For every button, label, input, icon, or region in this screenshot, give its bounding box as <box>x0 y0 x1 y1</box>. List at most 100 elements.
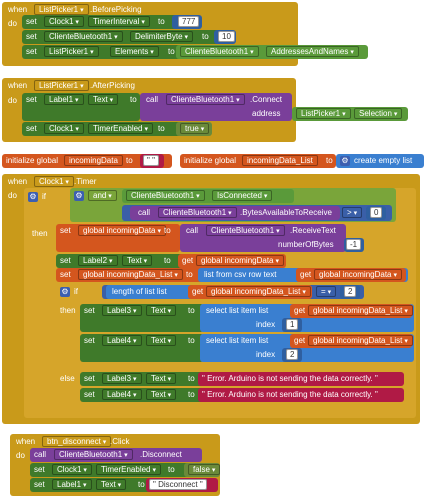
property-dropdown[interactable]: IsConnected <box>212 190 273 201</box>
set-global-incomingdata-list[interactable]: set global incomingData_List to <box>56 268 206 282</box>
call-bt-bytesavailable[interactable]: call ClienteBluetooth1 .BytesAvailableTo… <box>130 206 340 220</box>
getter-bt-addressesandnames[interactable]: ClienteBluetooth1 AddressesAndNames <box>176 45 368 59</box>
get-global-incomingdata-list[interactable]: get global incomingData_List <box>290 304 413 318</box>
setter-label4-text-else[interactable]: set Label4 Text to <box>80 388 204 402</box>
number-value[interactable]: 777 <box>178 16 200 27</box>
property-dropdown[interactable]: Text <box>122 255 153 266</box>
property-dropdown[interactable]: TimerEnabled <box>88 123 153 134</box>
number-value[interactable]: 1 <box>286 319 299 330</box>
component-dropdown[interactable]: Clock1 <box>34 176 74 187</box>
component-dropdown[interactable]: Clock1 <box>44 123 84 134</box>
property-dropdown[interactable]: Text <box>96 479 127 490</box>
property-dropdown[interactable]: Text <box>88 94 119 105</box>
boolean-false-block[interactable]: false <box>184 463 221 477</box>
setter-label1-text[interactable]: set Label1 Text to <box>22 93 140 121</box>
component-dropdown[interactable]: Label4 <box>102 389 142 400</box>
variable-dropdown[interactable]: global incomingData <box>314 269 402 280</box>
number-value[interactable]: 2 <box>286 349 299 360</box>
call-bt-disconnect[interactable]: call ClienteBluetooth1 .Disconnect <box>30 448 202 462</box>
number-block[interactable]: 0 <box>366 206 386 220</box>
text-value[interactable]: " Disconnect " <box>149 479 207 490</box>
getter-bt-isconnected[interactable]: ClienteBluetooth1 IsConnected <box>122 189 294 203</box>
boolean-dropdown[interactable]: true <box>180 123 210 134</box>
component-dropdown[interactable]: Label3 <box>102 373 142 384</box>
component-dropdown[interactable]: ListPicker1 <box>44 46 99 57</box>
call-bt-receivetext[interactable]: call ClienteBluetooth1 .ReceiveText numb… <box>180 224 346 252</box>
component-dropdown[interactable]: btn_disconnect <box>42 436 112 447</box>
property-dropdown[interactable]: Text <box>146 335 177 346</box>
boolean-true-block[interactable]: true <box>176 122 212 136</box>
number-block[interactable]: 10 <box>214 30 236 44</box>
gear-icon[interactable]: ⚙ <box>74 191 84 201</box>
global-var-incomingdata-list[interactable]: initialize global incomingData_List to <box>180 154 336 168</box>
variable-dropdown[interactable]: global incomingData_List <box>206 286 311 297</box>
setter-clock1-timerenabled[interactable]: set Clock1 TimerEnabled to <box>30 463 190 477</box>
get-global-incomingdata-list[interactable]: get global incomingData_List <box>188 285 312 299</box>
get-global-incomingdata[interactable]: get global incomingData <box>296 268 406 282</box>
component-dropdown[interactable]: ClienteBluetooth1 <box>166 94 245 105</box>
number-value[interactable]: 2 <box>344 286 357 297</box>
component-dropdown[interactable]: Label3 <box>102 305 142 316</box>
property-dropdown[interactable]: AddressesAndNames <box>266 46 359 57</box>
gear-icon[interactable]: ⚙ <box>340 156 350 166</box>
variable-dropdown[interactable]: global incomingData_List <box>308 305 413 316</box>
number-value[interactable]: 0 <box>370 207 383 218</box>
variable-dropdown[interactable]: global incomingData_List <box>308 335 413 346</box>
component-dropdown[interactable]: ClienteBluetooth1 <box>180 46 259 57</box>
component-dropdown[interactable]: Label4 <box>102 335 142 346</box>
gear-icon[interactable]: ⚙ <box>28 192 38 202</box>
property-dropdown[interactable]: Text <box>146 373 177 384</box>
number-value[interactable]: 10 <box>218 31 235 42</box>
number-block[interactable]: 777 <box>172 15 202 29</box>
setter-clock1-timerenabled[interactable]: set Clock1 TimerEnabled to <box>22 122 182 136</box>
text-block-empty[interactable]: " " <box>140 154 164 168</box>
component-dropdown[interactable]: ClienteBluetooth1 <box>44 31 123 42</box>
number-block[interactable]: 1 <box>282 318 302 332</box>
property-dropdown[interactable]: Text <box>146 305 177 316</box>
property-dropdown[interactable]: TimerEnabled <box>96 464 161 475</box>
boolean-dropdown[interactable]: false <box>188 464 221 475</box>
component-dropdown[interactable]: Label2 <box>78 255 118 266</box>
setter-label3-text-else[interactable]: set Label3 Text to <box>80 372 204 386</box>
property-dropdown[interactable]: Selection <box>354 108 403 119</box>
property-dropdown[interactable]: Text <box>146 389 177 400</box>
component-dropdown[interactable]: ClienteBluetooth1 <box>54 449 133 460</box>
property-dropdown[interactable]: Elements <box>110 46 159 57</box>
component-dropdown[interactable]: Clock1 <box>44 16 84 27</box>
text-block-error[interactable]: " Error. Arduino is not sending the data… <box>198 372 404 386</box>
component-dropdown[interactable]: ListPicker1 <box>296 108 351 119</box>
component-dropdown[interactable]: Label1 <box>52 479 92 490</box>
number-block[interactable]: 2 <box>340 285 360 299</box>
component-dropdown[interactable]: Clock1 <box>52 464 92 475</box>
property-dropdown[interactable]: DelimiterByte <box>130 31 194 42</box>
variable-dropdown[interactable]: global incomingData <box>78 225 166 236</box>
component-dropdown[interactable]: ClienteBluetooth1 <box>206 225 285 236</box>
component-dropdown[interactable]: ListPicker1 <box>34 80 89 91</box>
and-dropdown[interactable]: and <box>88 190 117 201</box>
property-dropdown[interactable]: TimerInterval <box>88 16 150 27</box>
text-value[interactable]: " " <box>143 155 159 166</box>
number-block[interactable]: 2 <box>282 348 302 362</box>
setter-label2-text[interactable]: set Label2 Text to <box>56 254 184 268</box>
getter-listpicker1-selection[interactable]: ListPicker1 Selection <box>292 107 408 121</box>
variable-name-field[interactable]: incomingData <box>64 155 123 166</box>
get-global-incomingdata[interactable]: get global incomingData <box>178 254 286 268</box>
setter-listpicker1-elements[interactable]: set ListPicker1 Elements to <box>22 45 182 59</box>
setter-label4-text[interactable]: set Label4 Text to <box>80 334 204 362</box>
text-block-disconnect[interactable]: " Disconnect " <box>146 478 218 492</box>
call-bt-connect[interactable]: call ClienteBluetooth1 .Connect address <box>140 93 292 121</box>
gear-icon[interactable]: ⚙ <box>60 287 70 297</box>
setter-label3-text[interactable]: set Label3 Text to <box>80 304 204 332</box>
text-value[interactable]: " Error. Arduino is not sending the data… <box>202 373 378 384</box>
text-block-error[interactable]: " Error. Arduino is not sending the data… <box>198 388 404 402</box>
number-block[interactable]: -1 <box>344 238 364 252</box>
component-dropdown[interactable]: ClienteBluetooth1 <box>158 207 237 218</box>
number-value[interactable]: -1 <box>346 239 362 250</box>
set-global-incomingdata[interactable]: set global incomingData to <box>56 224 180 252</box>
text-value[interactable]: " Error. Arduino is not sending the data… <box>202 389 378 400</box>
variable-name-field[interactable]: incomingData_List <box>242 155 318 166</box>
setter-bt-delimiterbyte[interactable]: set ClienteBluetooth1 DelimiterByte to <box>22 30 228 44</box>
create-empty-list-block[interactable]: ⚙ create empty list <box>336 154 424 168</box>
component-dropdown[interactable]: Label1 <box>44 94 84 105</box>
setter-label1-text[interactable]: set Label1 Text to <box>30 478 154 492</box>
